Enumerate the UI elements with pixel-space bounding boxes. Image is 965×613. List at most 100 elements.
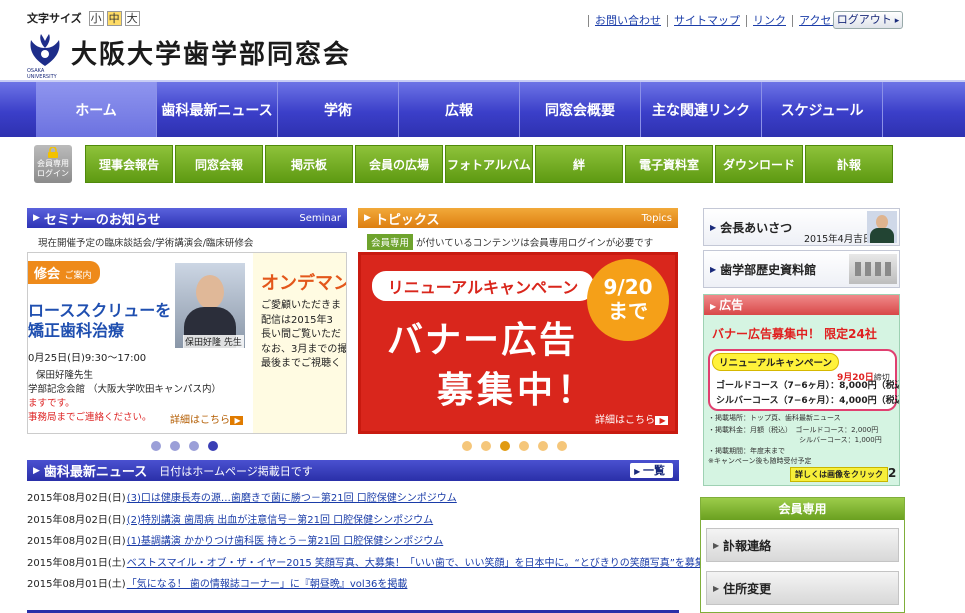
lock-icon	[48, 147, 58, 158]
seminar-banner-title: ローススクリューを 矯正歯科治療	[28, 301, 171, 341]
subnav-bulletin-board[interactable]: 掲示板	[265, 145, 353, 183]
subnav-photo-album[interactable]: フォトアルバム	[445, 145, 533, 183]
president-greeting-title: 会長あいさつ	[720, 220, 793, 235]
carousel-dot[interactable]	[538, 441, 548, 451]
topics-banner[interactable]: リニューアルキャンペーン 9/20 まで バナー広告 募集中！ 詳細はこちら	[358, 252, 678, 434]
subnav-kizuna[interactable]: 絆	[535, 145, 623, 183]
news-link[interactable]: (1)基調講演 かかりつけ歯科医 持とう－第21回 口腔保健シンポジウム	[127, 532, 444, 547]
topics-title: トピックス	[374, 212, 440, 228]
ad-number: 2	[888, 466, 897, 480]
news-link[interactable]: (3)口は健康長寿の源…歯磨きで菌に勝つ－第21回 口腔保健シンポジウム	[127, 489, 457, 504]
ad-detail-line: ・掲載料金：月額（税込） ゴールドコース：2,000円	[708, 426, 879, 434]
site-logo[interactable]: OSAKA UNIVERSITY 大阪大学歯学部同窓会	[27, 32, 351, 80]
news-all-button[interactable]: 一覧	[630, 463, 673, 478]
nav-schedule[interactable]: スケジュール	[762, 82, 883, 137]
seminar-more-link[interactable]: 詳細はこちら	[170, 411, 243, 426]
seminar-note-1: ますです。	[28, 398, 75, 409]
ad-click-label[interactable]: 詳しくは画像をクリック	[790, 467, 888, 482]
sitemap-link[interactable]: サイトマップ	[667, 15, 746, 27]
news-date: 2015年08月01日(土)	[27, 579, 126, 591]
member-login-label-1: 会員専用	[37, 159, 69, 168]
carousel-dot[interactable]	[170, 441, 180, 451]
ad-title: バナー広告募集中！ 限定24社	[712, 327, 877, 341]
news-link[interactable]: ベストスマイル・オブ・ザ・イヤー2015 笑顔写真、大募集！「いい歯で、いい笑顔…	[127, 554, 705, 569]
font-size-small-button[interactable]: 小	[88, 10, 104, 26]
subnav-member-plaza[interactable]: 会員の広場	[355, 145, 443, 183]
arrow-right-icon: ▶	[710, 222, 717, 232]
carousel-dot[interactable]	[481, 441, 491, 451]
topics-deadline-badge: 9/20 まで	[587, 259, 669, 341]
topics-more-link[interactable]: 詳細はこちら	[595, 411, 668, 426]
subnav-download[interactable]: ダウンロード	[715, 145, 803, 183]
president-greeting-box[interactable]: ▶ 会長あいさつ 2015年4月吉日	[703, 208, 900, 246]
links-link[interactable]: リンク	[746, 15, 792, 27]
subnav-board-report[interactable]: 理事会報告	[85, 145, 173, 183]
nav-about[interactable]: 同窓会概要	[520, 82, 641, 137]
news-item: 2015年08月01日(土) ベストスマイル・オブ・ザ・イヤー2015 笑顔写真…	[27, 551, 705, 573]
news-link[interactable]: (2)特別講演 歯周病 出血が注意信号－第21回 口腔保健シンポジウム	[127, 511, 433, 526]
news-link[interactable]: 「気になる！ 歯の情報誌コーナー」に『朝昼晩』vol36を掲載	[127, 575, 408, 590]
ondemand-panel: オンデマン ご愛顧いただきま 配信は2015年3 長い間ご覧いただ なお、3月ま…	[253, 253, 347, 433]
nav-related-links[interactable]: 主な関連リンク	[641, 82, 762, 137]
carousel-dot[interactable]	[519, 441, 529, 451]
carousel-dot[interactable]	[500, 441, 510, 451]
president-photo	[867, 211, 897, 243]
topics-deadline-suffix: まで	[608, 299, 648, 323]
nav-dental-news[interactable]: 歯科最新ニュース	[157, 82, 278, 137]
news-item: 2015年08月01日(土) 「気になる！ 歯の情報誌コーナー」に『朝昼晩』vo…	[27, 572, 687, 594]
building-icon	[849, 254, 897, 284]
logout-button[interactable]: ログアウト	[833, 11, 903, 29]
arrow-right-icon: ▶	[710, 302, 717, 311]
member-login-button[interactable]: 会員専用 ログイン	[34, 145, 72, 183]
history-museum-box[interactable]: ▶ 歯学部歴史資料館	[703, 250, 900, 288]
ad-detail-line: シルバーコース：1,000円	[708, 436, 882, 444]
news-date: 2015年08月02日(日)	[27, 536, 126, 548]
news-title: 歯科最新ニュース	[43, 465, 148, 480]
address-change-button[interactable]: ▶ 住所変更	[706, 571, 899, 605]
carousel-dot[interactable]	[557, 441, 567, 451]
carousel-dot[interactable]	[208, 441, 218, 451]
ad-detail-line: ・掲載場所：トップ頁、歯科最新ニュース	[708, 414, 841, 422]
seminar-banner-date: 0月25日(日)9:30～17:00	[28, 353, 147, 364]
seminar-note: 現在開催予定の臨床談話会/学術講演会/臨床研修会	[38, 238, 254, 249]
news-item: 2015年08月02日(日) (1)基調講演 かかりつけ歯科医 持とう－第21回…	[27, 529, 687, 551]
arrow-right-icon: ▶	[33, 465, 40, 476]
news-list: 2015年08月02日(日) (3)口は健康長寿の源…歯磨きで菌に勝つ－第21回…	[27, 486, 705, 594]
ad-campaign-pill: リニューアルキャンペーン	[712, 353, 840, 371]
topics-eng-label: Topics	[641, 212, 672, 224]
carousel-dot[interactable]	[151, 441, 161, 451]
carousel-dot[interactable]	[189, 441, 199, 451]
subnav-newsletter[interactable]: 同窓会報	[175, 145, 263, 183]
topics-headline-1: バナー広告	[387, 320, 578, 361]
arrow-right-icon: ▶	[364, 213, 371, 223]
obituary-report-button[interactable]: ▶ 訃報連絡	[706, 528, 899, 562]
news-subtitle: 日付はホームページ掲載日です	[159, 464, 313, 478]
history-museum-title: 歯学部歴史資料館	[720, 262, 817, 277]
arrow-right-icon: ▶	[713, 540, 720, 550]
seminar-venue: 学部記念会館 （大阪大学吹田キャンパス内）	[28, 384, 222, 395]
ondemand-line: 配信は2015年3	[261, 314, 333, 326]
subnav-obituary[interactable]: 訃報	[805, 145, 893, 183]
nav-academic[interactable]: 学術	[278, 82, 399, 137]
font-size-large-button[interactable]: 大	[124, 10, 140, 26]
nav-pr[interactable]: 広報	[399, 82, 520, 137]
news-date: 2015年08月02日(日)	[27, 493, 126, 505]
contact-link[interactable]: お問い合わせ	[588, 15, 667, 27]
ad-banner[interactable]: ▶ 広告 バナー広告募集中！ 限定24社 リニューアルキャンペーン 9月20日締切…	[703, 294, 900, 486]
topics-note-text: が付いているコンテンツは会員専用ログインが必要です	[416, 238, 654, 249]
seminar-banner[interactable]: 修会 ご案内 ローススクリューを 矯正歯科治療 0月25日(日)9:30～17:…	[27, 252, 347, 434]
seminar-banner-tag: 修会 ご案内	[28, 261, 100, 284]
seminar-lecturer: 保田好隆先生	[36, 370, 94, 381]
ondemand-line: なお、3月までの撮	[261, 343, 347, 355]
nav-home[interactable]: ホーム	[36, 82, 157, 137]
topics-header: ▶ トピックス Topics	[358, 208, 678, 228]
ondemand-text: ご愛顧いただきま 配信は2015年3 長い間ご覧いただ なお、3月までの撮 最後…	[261, 299, 347, 372]
carousel-dot[interactable]	[462, 441, 472, 451]
font-size-medium-button[interactable]: 中	[106, 10, 122, 26]
ondemand-line: 長い間ご覧いただ	[261, 329, 341, 340]
font-size-switcher: 文字サイズ 小 中 大	[27, 10, 140, 26]
president-greeting-date: 2015年4月吉日	[804, 234, 873, 245]
subnav-e-library[interactable]: 電子資料室	[625, 145, 713, 183]
ad-header-title: 広告	[719, 298, 744, 312]
seminar-title: セミナーのお知らせ	[43, 212, 161, 228]
